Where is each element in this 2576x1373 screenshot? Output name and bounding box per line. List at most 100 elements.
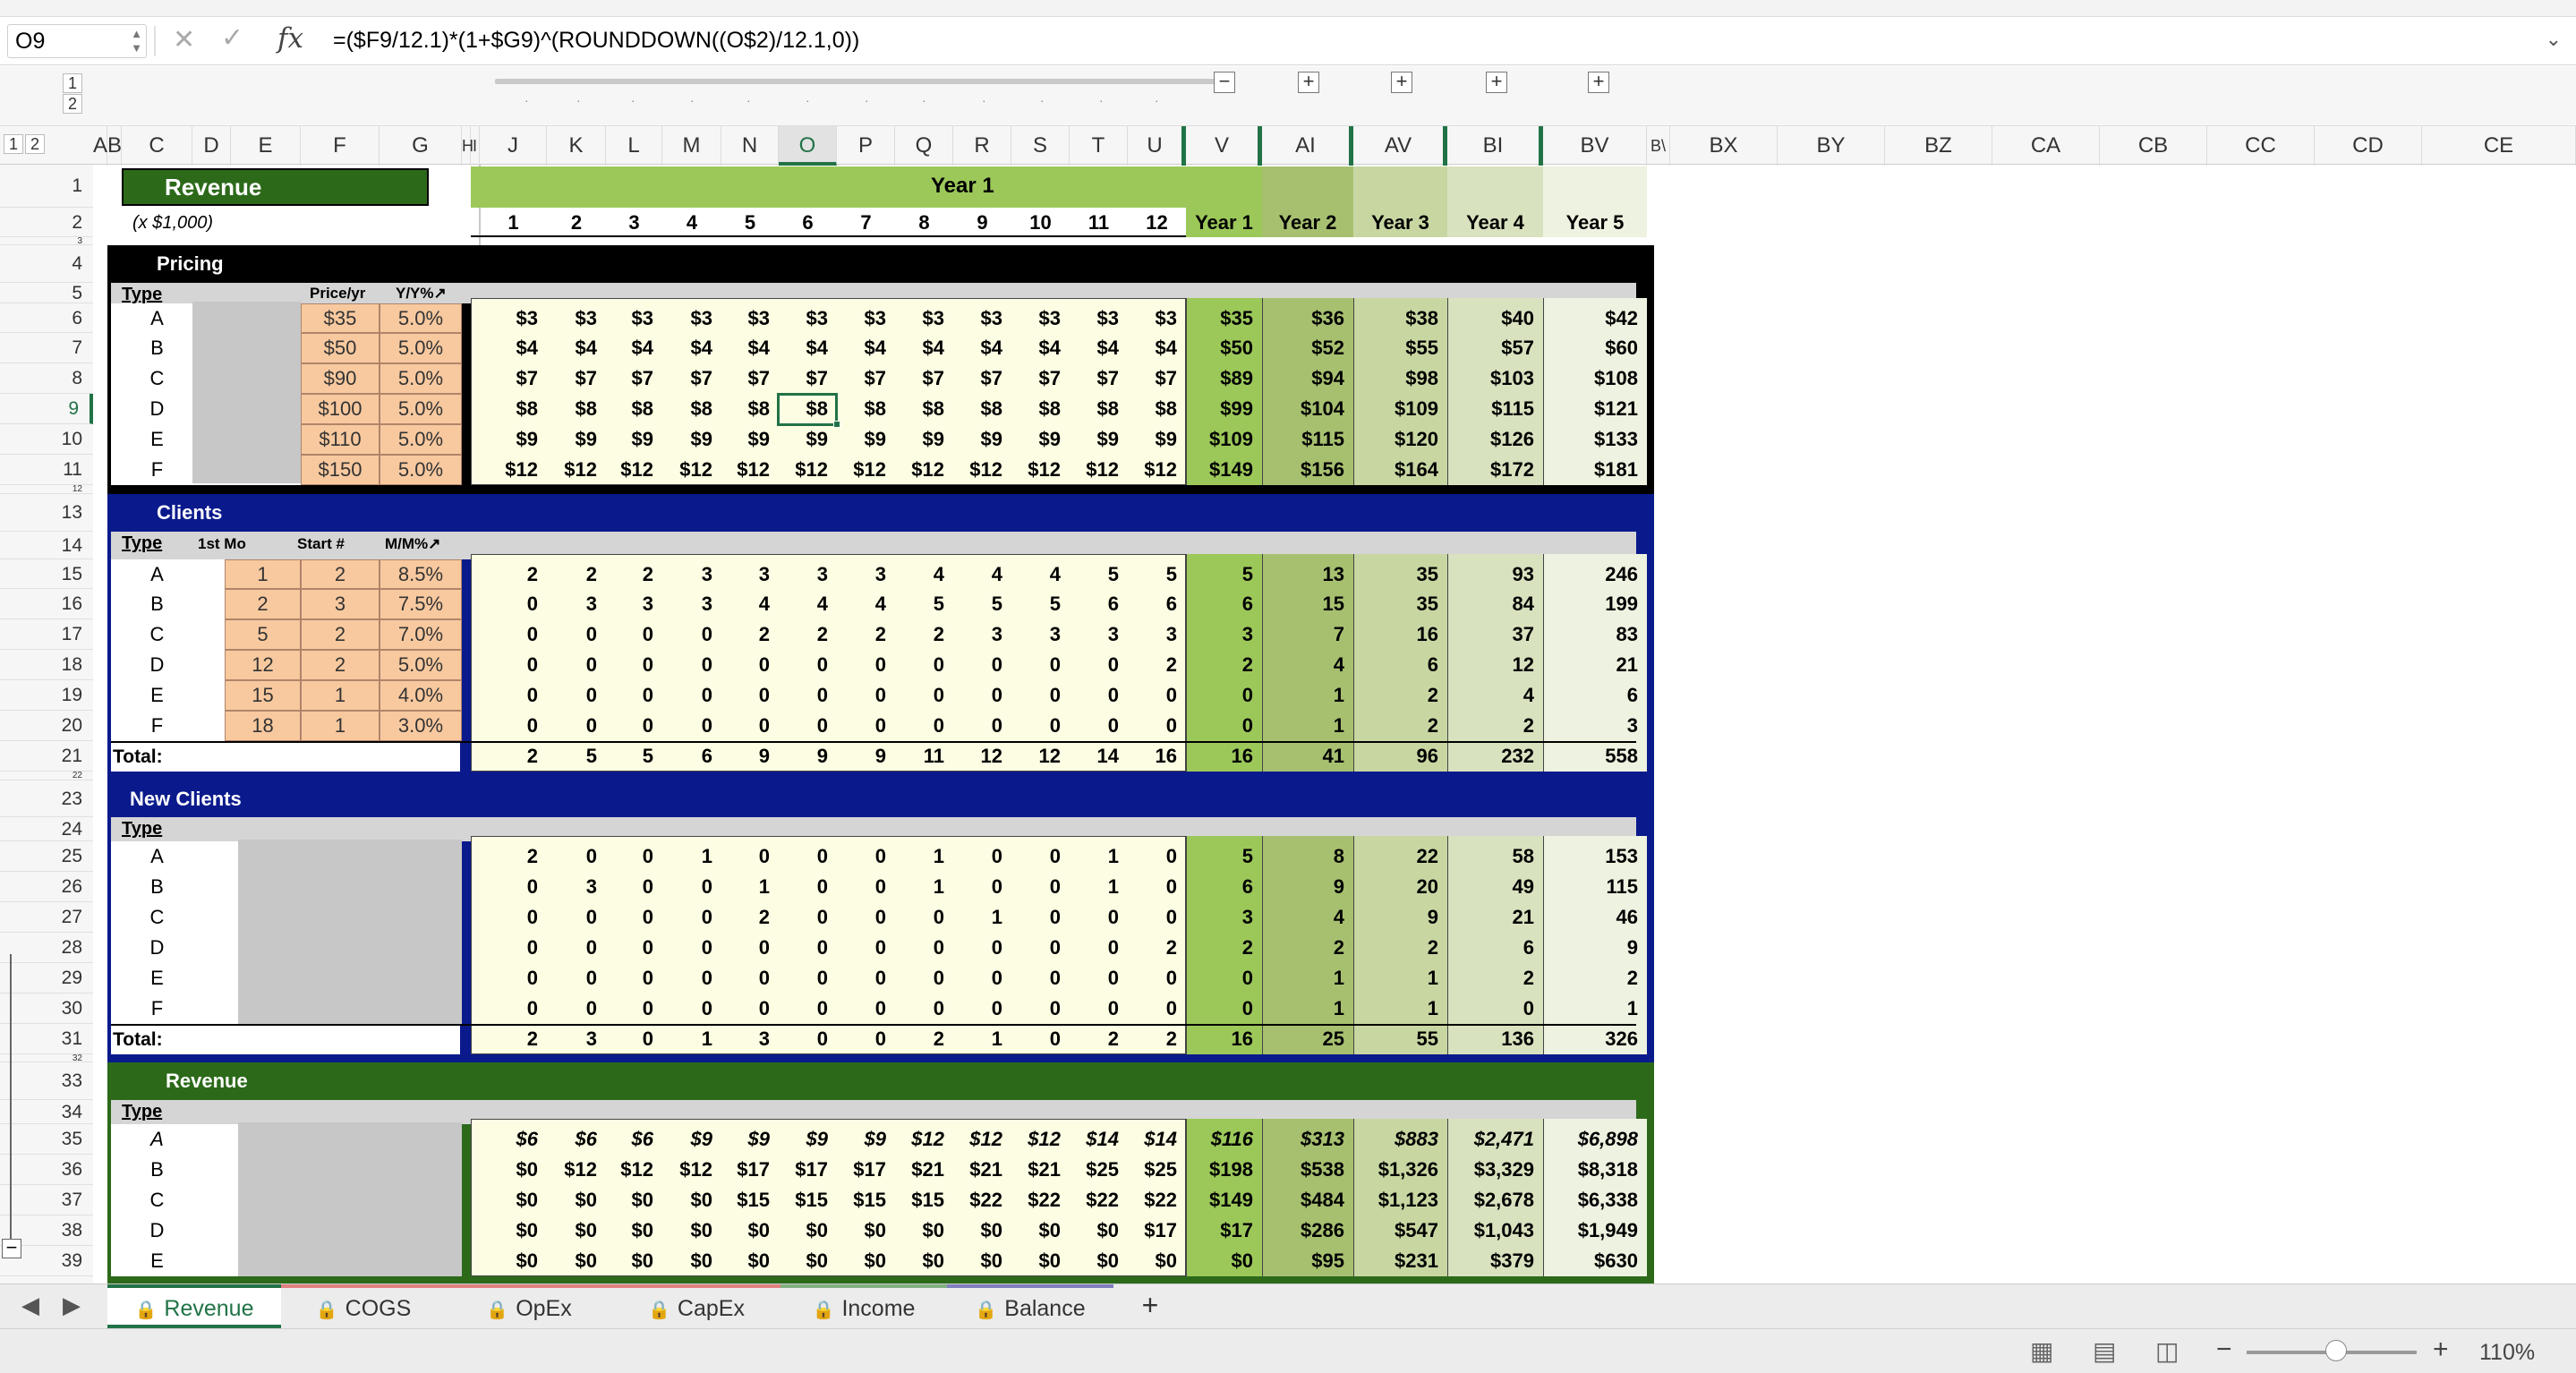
cell-bv15[interactable]: 246	[1543, 559, 1647, 589]
cell-q17[interactable]: 2	[895, 619, 953, 650]
cell-l21[interactable]: 5	[606, 741, 662, 772]
cell-av10[interactable]: $120	[1353, 424, 1447, 455]
column-header-bi[interactable]: BI	[1447, 126, 1543, 166]
cell-bi35[interactable]: $2,471	[1447, 1124, 1543, 1155]
cell-k17[interactable]: 0	[547, 619, 606, 650]
cell-p19[interactable]: 0	[837, 680, 895, 711]
column-header-o[interactable]: O	[779, 126, 837, 166]
clients-type-2[interactable]: C	[122, 619, 192, 650]
cell-p39[interactable]: $0	[837, 1246, 895, 1276]
cell-n21[interactable]: 9	[721, 741, 779, 772]
cell-r18[interactable]: 0	[953, 650, 1011, 680]
cell-v16[interactable]: 6	[1186, 589, 1262, 619]
pricing-type-3[interactable]: D	[122, 394, 192, 424]
cell-v6[interactable]: $35	[1186, 303, 1262, 333]
column-header-e[interactable]: E	[231, 126, 301, 166]
pricing-type-2[interactable]: C	[122, 363, 192, 394]
cell-j6[interactable]: $3	[480, 303, 547, 333]
cell-m37[interactable]: $0	[662, 1185, 721, 1215]
cell-t7[interactable]: $4	[1070, 333, 1128, 363]
sheet-grid[interactable]: Revenue (x $1,000) Year 1 1 2 3 4 5 6 7 8 9 10 11 12 Ye…	[93, 165, 2576, 1283]
cell-r15[interactable]: 4	[953, 559, 1011, 589]
cell-p31[interactable]: 0	[837, 1024, 895, 1054]
cell-s20[interactable]: 0	[1011, 711, 1070, 741]
row-header-19[interactable]: 19	[0, 680, 93, 711]
row-header-10[interactable]: 10	[0, 424, 93, 455]
cell-o19[interactable]: 0	[779, 680, 837, 711]
cell-t19[interactable]: 0	[1070, 680, 1128, 711]
cell-t30[interactable]: 0	[1070, 994, 1128, 1024]
cell-k21[interactable]: 5	[547, 741, 606, 772]
sheet-tab-capex[interactable]: 🔒 CapEx	[612, 1284, 780, 1329]
cell-ai16[interactable]: 15	[1262, 589, 1353, 619]
row-header-7[interactable]: 7	[0, 333, 93, 363]
cell-m17[interactable]: 0	[662, 619, 721, 650]
cell-m7[interactable]: $4	[662, 333, 721, 363]
row-header-18[interactable]: 18	[0, 650, 93, 680]
cell-av36[interactable]: $1,326	[1353, 1155, 1447, 1185]
column-header-bv[interactable]: BV	[1543, 126, 1647, 166]
cell-q10[interactable]: $9	[895, 424, 953, 455]
row-header-34[interactable]: 34	[0, 1100, 93, 1124]
cell-u8[interactable]: $7	[1128, 363, 1186, 394]
cell-u11[interactable]: $12	[1128, 455, 1186, 485]
cell-ai19[interactable]: 1	[1262, 680, 1353, 711]
row-header-23[interactable]: 23	[0, 780, 93, 817]
cell-l28[interactable]: 0	[606, 933, 662, 963]
cell-ai7[interactable]: $52	[1262, 333, 1353, 363]
cell-q35[interactable]: $12	[895, 1124, 953, 1155]
cell-av6[interactable]: $38	[1353, 303, 1447, 333]
cell-l18[interactable]: 0	[606, 650, 662, 680]
cell-k29[interactable]: 0	[547, 963, 606, 994]
outline-level-1-button[interactable]: 1	[63, 73, 82, 93]
cell-q26[interactable]: 1	[895, 872, 953, 902]
cell-l26[interactable]: 0	[606, 872, 662, 902]
cell-s18[interactable]: 0	[1011, 650, 1070, 680]
month-header-10[interactable]: 10	[1011, 208, 1070, 237]
cell-bv36[interactable]: $8,318	[1543, 1155, 1647, 1185]
cell-bi21[interactable]: 232	[1447, 741, 1543, 772]
cell-t9[interactable]: $8	[1070, 394, 1128, 424]
cell-ai30[interactable]: 1	[1262, 994, 1353, 1024]
month-header-9[interactable]: 9	[953, 208, 1011, 237]
cell-j28[interactable]: 0	[480, 933, 547, 963]
column-header-j[interactable]: J	[480, 126, 547, 166]
cell-bi26[interactable]: 49	[1447, 872, 1543, 902]
row-header-20[interactable]: 20	[0, 711, 93, 741]
cell-k19[interactable]: 0	[547, 680, 606, 711]
cell-o39[interactable]: $0	[779, 1246, 837, 1276]
cell-s6[interactable]: $3	[1011, 303, 1070, 333]
cell-bi19[interactable]: 4	[1447, 680, 1543, 711]
column-header-av[interactable]: AV	[1353, 126, 1447, 166]
cell-k28[interactable]: 0	[547, 933, 606, 963]
row-header-29[interactable]: 29	[0, 963, 93, 994]
check-icon[interactable]: ✓	[221, 22, 243, 54]
cell-s11[interactable]: $12	[1011, 455, 1070, 485]
sheet-tab-opex[interactable]: 🔒 OpEx	[446, 1284, 612, 1329]
cell-bi36[interactable]: $3,329	[1447, 1155, 1543, 1185]
cell-m9[interactable]: $8	[662, 394, 721, 424]
cell-r10[interactable]: $9	[953, 424, 1011, 455]
cell-m21[interactable]: 6	[662, 741, 721, 772]
collapse-group-button[interactable]: −	[1214, 72, 1235, 93]
cell-l39[interactable]: $0	[606, 1246, 662, 1276]
column-header-q[interactable]: Q	[895, 126, 953, 166]
cell-q25[interactable]: 1	[895, 841, 953, 872]
clients-type-1[interactable]: B	[122, 589, 192, 619]
row-header-16[interactable]: 16	[0, 589, 93, 619]
cell-av35[interactable]: $883	[1353, 1124, 1447, 1155]
close-icon[interactable]: ✕	[173, 24, 195, 55]
cell-u27[interactable]: 0	[1128, 902, 1186, 933]
cell-bv31[interactable]: 326	[1543, 1024, 1647, 1054]
cell-m30[interactable]: 0	[662, 994, 721, 1024]
cell-m35[interactable]: $9	[662, 1124, 721, 1155]
pricing-type-4[interactable]: E	[122, 424, 192, 455]
cell-r29[interactable]: 0	[953, 963, 1011, 994]
cell-u31[interactable]: 2	[1128, 1024, 1186, 1054]
column-header-s[interactable]: S	[1011, 126, 1070, 166]
cell-t35[interactable]: $14	[1070, 1124, 1128, 1155]
cell-ai31[interactable]: 25	[1262, 1024, 1353, 1054]
row-header-27[interactable]: 27	[0, 902, 93, 933]
cell-n39[interactable]: $0	[721, 1246, 779, 1276]
row-header-2[interactable]: 2	[0, 208, 93, 237]
